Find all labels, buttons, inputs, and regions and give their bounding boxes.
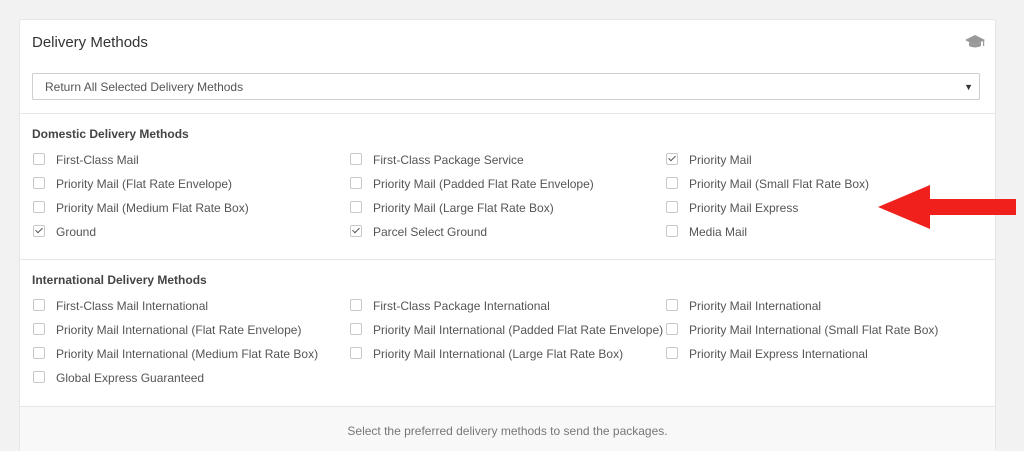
checkbox[interactable] xyxy=(666,225,678,237)
dropdown-caret-icon: ▼ xyxy=(964,82,973,92)
option-label: Priority Mail (Medium Flat Rate Box) xyxy=(56,201,249,215)
checkbox[interactable] xyxy=(350,323,362,335)
footer-hint: Select the preferred delivery methods to… xyxy=(347,424,668,438)
option-label: Priority Mail International (Padded Flat… xyxy=(373,323,664,337)
option-label: First-Class Mail xyxy=(56,153,139,167)
annotation-arrow-icon xyxy=(878,185,1016,229)
checkbox[interactable] xyxy=(33,153,45,165)
option-label: Priority Mail International (Medium Flat… xyxy=(56,347,319,361)
checkbox[interactable] xyxy=(666,347,678,359)
checkbox[interactable] xyxy=(666,323,678,335)
option-label: First-Class Mail International xyxy=(56,299,209,313)
option-label: Media Mail xyxy=(689,225,748,239)
option-label: Ground xyxy=(56,225,97,239)
checkbox[interactable] xyxy=(33,323,45,335)
graduation-cap-icon[interactable] xyxy=(965,34,985,50)
checkbox[interactable] xyxy=(33,225,45,237)
checkbox[interactable] xyxy=(666,177,678,189)
delivery-methods-panel: Delivery Methods Return All Selected Del… xyxy=(19,19,996,451)
checkbox[interactable] xyxy=(350,347,362,359)
option-label: Priority Mail (Small Flat Rate Box) xyxy=(689,177,870,191)
option-label: First-Class Package International xyxy=(373,299,550,313)
checkbox[interactable] xyxy=(33,177,45,189)
divider xyxy=(20,113,995,114)
option-label: Priority Mail International (Small Flat … xyxy=(689,323,939,337)
option-label: Priority Mail (Padded Flat Rate Envelope… xyxy=(373,177,594,191)
domestic-section-title: Domestic Delivery Methods xyxy=(32,127,189,141)
checkbox[interactable] xyxy=(666,201,678,213)
option-label: Priority Mail Express International xyxy=(689,347,868,361)
checkbox[interactable] xyxy=(33,347,45,359)
checkbox[interactable] xyxy=(666,299,678,311)
option-label: Priority Mail xyxy=(689,153,752,167)
checkbox[interactable] xyxy=(33,299,45,311)
checkbox[interactable] xyxy=(350,299,362,311)
checkbox[interactable] xyxy=(33,201,45,213)
option-label: Priority Mail (Large Flat Rate Box) xyxy=(373,201,554,215)
option-label: Priority Mail International xyxy=(689,299,822,313)
panel-title: Delivery Methods xyxy=(32,34,148,51)
option-label: Priority Mail International (Large Flat … xyxy=(373,347,624,361)
select-value: Return All Selected Delivery Methods xyxy=(45,80,244,94)
checkbox[interactable] xyxy=(33,371,45,383)
checkbox[interactable] xyxy=(350,201,362,213)
checkbox[interactable] xyxy=(350,225,362,237)
checkbox[interactable] xyxy=(350,177,362,189)
checkbox[interactable] xyxy=(666,153,678,165)
panel-footer: Select the preferred delivery methods to… xyxy=(20,406,995,451)
option-label: Priority Mail International (Flat Rate E… xyxy=(56,323,302,337)
option-label: Global Express Guaranteed xyxy=(56,371,205,385)
option-label: Priority Mail (Flat Rate Envelope) xyxy=(56,177,233,191)
delivery-method-mode-select[interactable]: Return All Selected Delivery Methods ▼ xyxy=(32,73,980,100)
option-label: First-Class Package Service xyxy=(373,153,524,167)
divider xyxy=(20,259,995,260)
international-section-title: International Delivery Methods xyxy=(32,273,207,287)
option-label: Parcel Select Ground xyxy=(373,225,488,239)
panel-header: Delivery Methods xyxy=(20,20,995,66)
checkbox[interactable] xyxy=(350,153,362,165)
option-label: Priority Mail Express xyxy=(689,201,799,215)
